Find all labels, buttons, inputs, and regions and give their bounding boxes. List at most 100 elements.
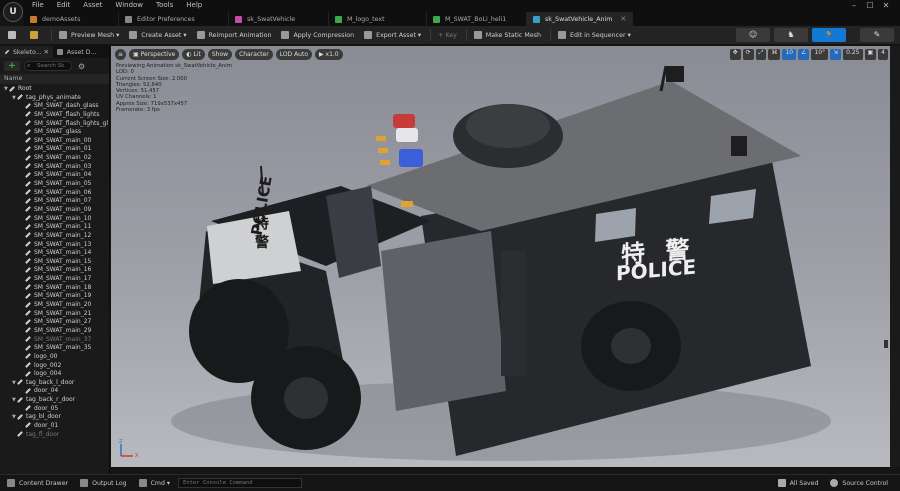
minimize-icon[interactable]: –	[846, 1, 862, 10]
column-header-name[interactable]: Name	[0, 74, 109, 84]
expand-arrow-icon[interactable]: ▼	[4, 85, 9, 94]
tree-item[interactable]: SM_SWAT_main_02	[0, 154, 109, 163]
viewport-resize-handle[interactable]	[884, 340, 888, 348]
tree-item[interactable]: SM_SWAT_main_03	[0, 163, 109, 172]
menu-help[interactable]: Help	[186, 1, 202, 9]
tree-item[interactable]: SM_SWAT_flash_lights_gl	[0, 120, 109, 129]
rotation-snap-value[interactable]: 10°	[811, 49, 829, 60]
menu-tools[interactable]: Tools	[156, 1, 173, 9]
close-tab-icon[interactable]: ✕	[620, 15, 626, 23]
rotate-tool-button[interactable]: ⟳	[742, 49, 754, 60]
browse-button[interactable]	[26, 28, 46, 42]
tree-item[interactable]: SM_SWAT_main_27	[0, 318, 109, 327]
tree-item[interactable]: ▼ tag_back_r_door	[0, 396, 109, 405]
tree-item[interactable]: SM_SWAT_main_17	[0, 275, 109, 284]
tree-item[interactable]: SM_SWAT_main_05	[0, 180, 109, 189]
tab-sk-swat-vehicle-anim[interactable]: sk_SwatVehicle_Anim ✕	[527, 12, 634, 26]
tree-item[interactable]: logo_002	[0, 362, 109, 371]
tree-item[interactable]: SM_SWAT_main_09	[0, 206, 109, 215]
menu-window[interactable]: Window	[115, 1, 143, 9]
tree-item[interactable]: tag_fl_door	[0, 431, 109, 440]
tree-item[interactable]: SM_SWAT_main_35	[0, 344, 109, 353]
physics-mode-button[interactable]: ✎	[860, 28, 894, 42]
tree-item[interactable]: ▼ Root	[0, 85, 109, 94]
show-button[interactable]: Show	[207, 49, 233, 60]
tree-item[interactable]: SM_SWAT_main_29	[0, 327, 109, 336]
tree-item[interactable]: SM_SWAT_main_04	[0, 171, 109, 180]
playback-speed-button[interactable]: ▶ x1.0	[315, 49, 343, 60]
tree-item[interactable]: door_04	[0, 387, 109, 396]
save-button[interactable]	[4, 28, 24, 42]
tree-item[interactable]: SM_SWAT_main_18	[0, 284, 109, 293]
tree-item[interactable]: SM_SWAT_main_37	[0, 336, 109, 345]
console-command-input[interactable]	[177, 478, 302, 488]
tab-m-logo-text[interactable]: M_logo_text	[329, 12, 427, 26]
tree-item[interactable]: logo_00	[0, 353, 109, 362]
viewport[interactable]: ≡ ▣ Perspective ◐ Lit Show Character LOD…	[111, 46, 890, 467]
apply-compression-button[interactable]: Apply Compression	[277, 28, 358, 42]
add-socket-button[interactable]: +	[4, 61, 20, 71]
source-control-button[interactable]: Source Control	[826, 477, 892, 489]
make-static-mesh-button[interactable]: Make Static Mesh	[470, 28, 545, 42]
maximize-icon[interactable]: ☐	[862, 1, 878, 10]
tree-item[interactable]: SM_SWAT_main_11	[0, 223, 109, 232]
output-log-button[interactable]: Output Log	[76, 477, 131, 489]
coordinate-space-button[interactable]: ⌘	[768, 49, 781, 60]
camera-speed-icon[interactable]: ▣	[864, 49, 877, 60]
tree-item[interactable]: SM_SWAT_main_19	[0, 292, 109, 301]
rotation-snap-toggle[interactable]: ∠	[798, 49, 810, 60]
tree-item[interactable]: ▼ tag_back_l_door	[0, 379, 109, 388]
export-asset-button[interactable]: Export Asset ▾	[360, 28, 425, 42]
tree-item[interactable]: SM_SWAT_main_15	[0, 258, 109, 267]
reimport-animation-button[interactable]: Reimport Animation	[193, 28, 276, 42]
character-button[interactable]: Character	[235, 49, 273, 60]
tab-m-swat-boli[interactable]: M_SWAT_BoLi_heli1	[427, 12, 527, 26]
tree-item[interactable]: SM_SWAT_dash_glass	[0, 102, 109, 111]
tab-skeleton-tree[interactable]: Skeleto... ✕	[0, 46, 53, 58]
camera-speed-value[interactable]: 4	[878, 49, 888, 60]
tab-asset-details[interactable]: Asset D...	[53, 46, 101, 58]
tree-item[interactable]: SM_SWAT_main_21	[0, 310, 109, 319]
close-icon[interactable]: ✕	[878, 1, 894, 10]
tree-item[interactable]: SM_SWAT_main_06	[0, 189, 109, 198]
unreal-logo-icon[interactable]: U	[3, 2, 23, 22]
tree-item[interactable]: SM_SWAT_main_12	[0, 232, 109, 241]
edit-in-sequencer-button[interactable]: Edit in Sequencer ▾	[554, 28, 635, 42]
scale-tool-button[interactable]: ⤢	[755, 49, 767, 60]
create-asset-button[interactable]: Create Asset ▾	[125, 28, 190, 42]
skeleton-mode-button[interactable]: ☺	[736, 28, 770, 42]
tree-item[interactable]: ▼ tag_bl_door	[0, 413, 109, 422]
grid-snap-toggle[interactable]: 10	[782, 49, 797, 60]
tab-demo-assets[interactable]: demoAssets	[24, 12, 119, 26]
all-saved-indicator[interactable]: All Saved	[774, 477, 823, 489]
viewport-menu-button[interactable]: ≡	[115, 49, 126, 60]
translate-tool-button[interactable]: ✥	[729, 49, 741, 60]
tab-editor-preferences[interactable]: Editor Preferences	[119, 12, 229, 26]
tree-item[interactable]: SM_SWAT_main_07	[0, 197, 109, 206]
tree-item[interactable]: SM_SWAT_main_01	[0, 145, 109, 154]
filter-settings-icon[interactable]: ⚙	[78, 62, 85, 71]
tree-item[interactable]: SM_SWAT_glass	[0, 128, 109, 137]
tree-item[interactable]: SM_SWAT_main_20	[0, 301, 109, 310]
tree-item[interactable]: door_05	[0, 405, 109, 414]
tab-sk-swat-vehicle[interactable]: sk_SwatVehicle	[229, 12, 329, 26]
tree-item[interactable]: SM_SWAT_flash_lights	[0, 111, 109, 120]
tree-item[interactable]: SM_SWAT_main_14	[0, 249, 109, 258]
tree-item[interactable]: SM_SWAT_main_10	[0, 215, 109, 224]
tree-item[interactable]: ▼ tag_phys_animate	[0, 94, 109, 103]
tree-item[interactable]: door_01	[0, 422, 109, 431]
content-drawer-button[interactable]: Content Drawer	[3, 477, 72, 489]
menu-edit[interactable]: Edit	[57, 1, 71, 9]
scale-snap-toggle[interactable]: ⇲	[830, 49, 842, 60]
lod-auto-button[interactable]: LOD Auto	[275, 49, 312, 60]
mesh-mode-button[interactable]: ♞	[774, 28, 808, 42]
perspective-button[interactable]: ▣ Perspective	[129, 49, 180, 60]
lit-button[interactable]: ◐ Lit	[182, 49, 205, 60]
cmd-button[interactable]: Cmd ▾	[135, 477, 174, 489]
tree-item[interactable]: SM_SWAT_main_13	[0, 241, 109, 250]
tree-item[interactable]: logo_004	[0, 370, 109, 379]
tree-item[interactable]: SM_SWAT_main_16	[0, 266, 109, 275]
preview-mesh-button[interactable]: Preview Mesh ▾	[55, 28, 123, 42]
search-input[interactable]	[24, 61, 72, 71]
tree-item[interactable]: SM_SWAT_main_00	[0, 137, 109, 146]
